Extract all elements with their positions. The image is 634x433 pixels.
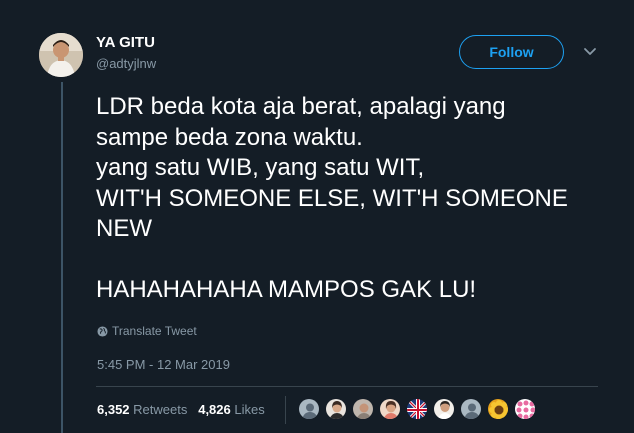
liker-avatar[interactable]: [325, 398, 347, 420]
retweets-label: Retweets: [133, 402, 188, 417]
likes-label: Likes: [234, 402, 265, 417]
liker-avatar[interactable]: [514, 398, 536, 420]
chevron-down-icon[interactable]: [580, 44, 600, 60]
tweet-line: NEW: [96, 215, 152, 242]
liker-avatars: [298, 398, 541, 420]
liker-avatar[interactable]: [406, 398, 428, 420]
tweet-line: HAHAHAHAHA MAMPOS GAK LU!: [96, 276, 477, 303]
stats-divider: [285, 396, 286, 424]
liker-avatar[interactable]: [460, 398, 482, 420]
liker-avatar[interactable]: [379, 398, 401, 420]
author-name[interactable]: YA GITU: [96, 34, 155, 51]
tweet-line: WIT'H SOMEONE ELSE, WIT'H SOMEONE: [96, 184, 568, 212]
author-handle[interactable]: @adtyjlnw: [96, 56, 156, 71]
author-avatar[interactable]: [39, 33, 83, 77]
likes-stat[interactable]: 4,826 Likes: [198, 402, 265, 417]
liker-avatar[interactable]: [352, 398, 374, 420]
likes-count: 4,826: [198, 402, 231, 417]
liker-avatar[interactable]: [433, 398, 455, 420]
thread-line: [61, 82, 63, 433]
retweets-stat[interactable]: 6,352 Retweets: [97, 402, 187, 417]
tweet-line: [96, 245, 616, 276]
tweet-line: LDR beda kota aja berat, apalagi yang: [96, 93, 506, 120]
translate-label[interactable]: Translate Tweet: [112, 324, 197, 338]
globe-icon: [97, 325, 108, 337]
divider: [96, 386, 598, 387]
liker-avatar[interactable]: [487, 398, 509, 420]
follow-button[interactable]: Follow: [459, 35, 564, 69]
tweet-timestamp[interactable]: 5:45 PM - 12 Mar 2019: [97, 357, 230, 372]
translate-tweet-link[interactable]: Translate Tweet: [97, 324, 197, 338]
retweets-count: 6,352: [97, 402, 130, 417]
tweet-line: sampe beda zona waktu.: [96, 123, 363, 151]
tweet-stats: 6,352 Retweets 4,826 Likes: [97, 402, 265, 417]
tweet-text: LDR beda kota aja berat, apalagi yang sa…: [96, 92, 616, 306]
tweet-line: yang satu WIB, yang satu WIT,: [96, 154, 425, 181]
liker-avatar[interactable]: [298, 398, 320, 420]
